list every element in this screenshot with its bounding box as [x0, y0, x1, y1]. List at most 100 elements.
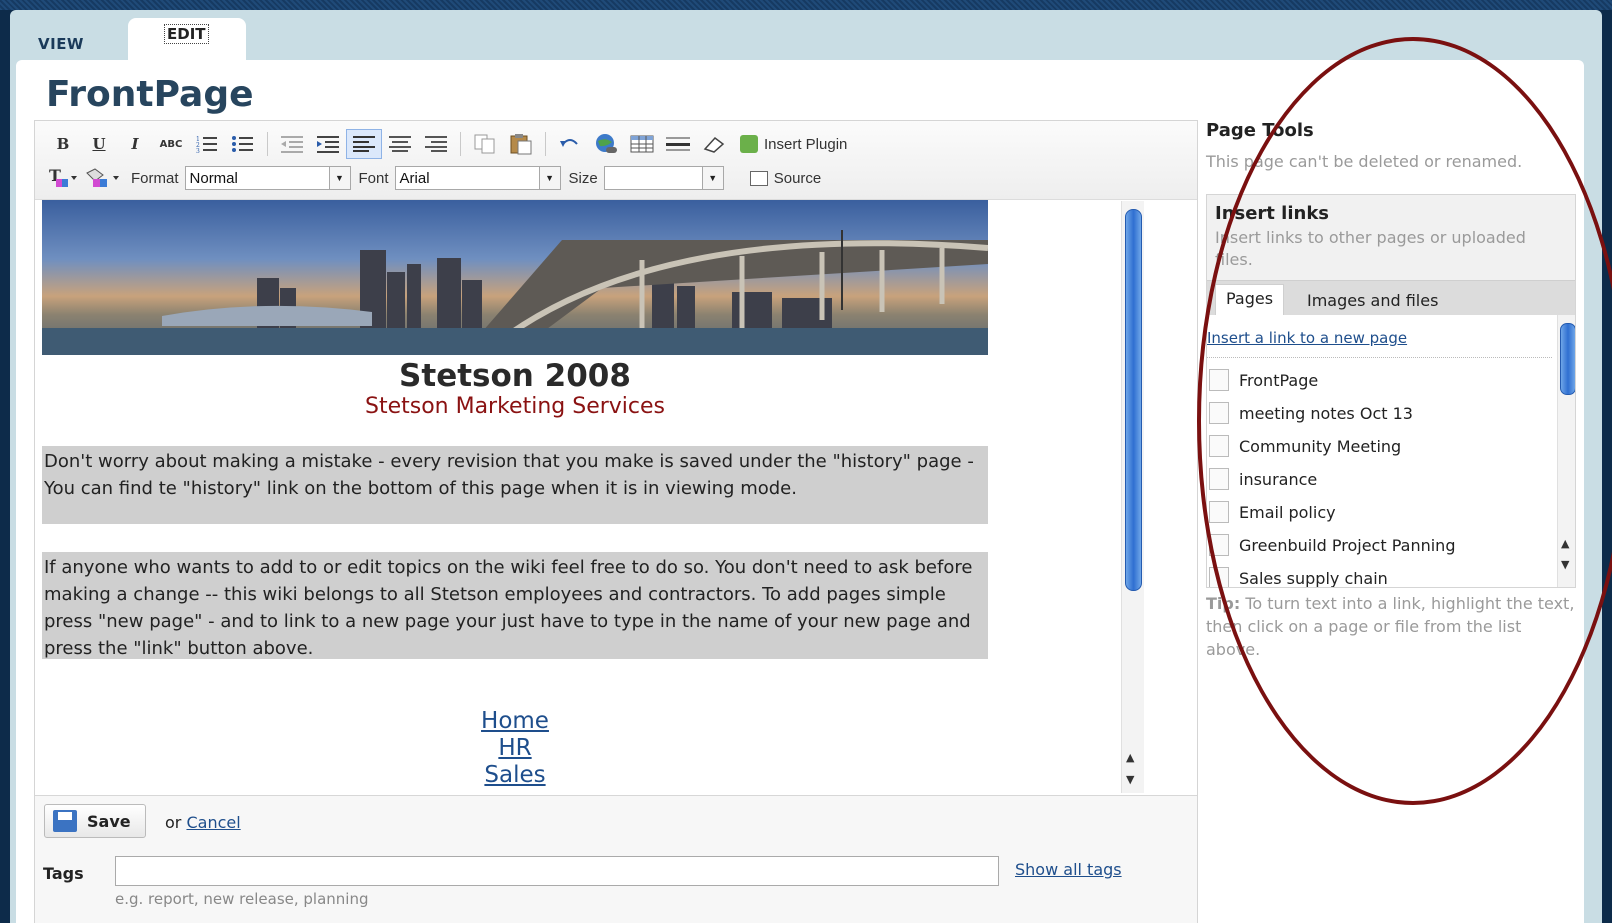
- list-item[interactable]: Greenbuild Project Panning: [1209, 534, 1455, 556]
- align-center-button[interactable]: [382, 129, 418, 159]
- tab-edit[interactable]: EDIT: [128, 18, 246, 60]
- window-frame-top: [0, 0, 1612, 10]
- insert-links-description: Insert links to other pages or uploaded …: [1215, 228, 1526, 269]
- tab-edit-label: EDIT: [164, 24, 209, 44]
- editor-footer: Save or Cancel Tags e.g. report, new rel…: [35, 795, 1197, 923]
- skyline-illustration: [42, 230, 988, 355]
- numbered-list-button[interactable]: 123: [189, 129, 225, 159]
- font-select-value: Arial: [399, 170, 430, 187]
- page-icon: [1209, 435, 1229, 457]
- show-all-tags-link[interactable]: Show all tags: [1015, 860, 1122, 879]
- source-icon: [749, 170, 768, 186]
- page-name: Greenbuild Project Panning: [1239, 535, 1456, 555]
- bold-button[interactable]: B: [45, 129, 81, 159]
- tags-label: Tags: [43, 864, 84, 883]
- paste-button[interactable]: [503, 129, 539, 159]
- undo-button[interactable]: [552, 129, 588, 159]
- background-color-icon: [86, 168, 119, 187]
- insert-new-page-link[interactable]: Insert a link to a new page: [1207, 329, 1407, 347]
- remove-format-button[interactable]: [696, 129, 732, 159]
- link-tip: Tip: To turn text into a link, highlight…: [1206, 592, 1576, 661]
- underline-button[interactable]: U: [81, 129, 117, 159]
- page-title: FrontPage: [46, 74, 254, 115]
- strikethrough-button[interactable]: ABC: [153, 129, 189, 159]
- content-link-sales[interactable]: Sales: [42, 762, 988, 788]
- chevron-down-icon: ▼: [328, 167, 350, 189]
- format-select[interactable]: Normal ▼: [184, 166, 351, 190]
- list-item[interactable]: insurance: [1209, 468, 1317, 490]
- save-button[interactable]: Save: [44, 804, 146, 838]
- bullet-list-button[interactable]: [225, 129, 261, 159]
- content-paragraph: If anyone who wants to add to or edit to…: [42, 552, 988, 659]
- tab-images-and-files[interactable]: Images and files: [1297, 287, 1448, 314]
- page-content: FrontPage B U I ABC 123 Insert Plugin T …: [16, 60, 1584, 923]
- pages-list-scrollbar[interactable]: ▲ ▼: [1557, 315, 1575, 587]
- list-item[interactable]: Email policy: [1209, 501, 1336, 523]
- horizontal-rule-button[interactable]: [660, 129, 696, 159]
- content-paragraph: Don't worry about making a mistake - eve…: [42, 446, 988, 524]
- page-name: FrontPage: [1239, 370, 1319, 390]
- content-link-home[interactable]: Home: [42, 708, 988, 734]
- insert-links-tabs: Pages Images and files: [1207, 280, 1575, 317]
- link-button[interactable]: [588, 129, 624, 159]
- wiki-window: VIEW EDIT FrontPage B U I ABC 123 Insert…: [10, 10, 1602, 923]
- page-icon: [1209, 567, 1229, 587]
- or-cancel-text: or Cancel: [165, 813, 241, 832]
- editor-content-area[interactable]: Stetson 2008 Stetson Marketing Services …: [36, 200, 1116, 795]
- size-label: Size: [568, 169, 598, 187]
- align-center-icon: [389, 136, 411, 152]
- background-color-button[interactable]: [81, 163, 125, 193]
- indent-icon: [317, 136, 339, 153]
- list-item[interactable]: FrontPage: [1209, 369, 1318, 391]
- text-color-button[interactable]: T: [45, 163, 81, 193]
- list-divider: [1207, 357, 1552, 358]
- editor-scrollbar-thumb[interactable]: [1125, 209, 1142, 591]
- page-name: insurance: [1239, 469, 1318, 489]
- size-select[interactable]: ▼: [603, 166, 724, 190]
- font-select[interactable]: Arial ▼: [394, 166, 561, 190]
- list-item[interactable]: Community Meeting: [1209, 435, 1401, 457]
- scroll-down-arrow-icon[interactable]: ▼: [1561, 558, 1569, 571]
- indent-button[interactable]: [310, 129, 346, 159]
- source-button[interactable]: Source: [749, 169, 822, 187]
- toolbar-separator: [545, 132, 546, 156]
- scroll-up-arrow-icon[interactable]: ▲: [1561, 537, 1569, 550]
- insert-links-title: Insert links: [1215, 203, 1330, 224]
- globe-link-icon: [596, 134, 617, 153]
- outdent-button[interactable]: [274, 129, 310, 159]
- chevron-down-icon: ▼: [538, 167, 560, 189]
- page-icon: [1209, 534, 1229, 556]
- table-button[interactable]: [624, 129, 660, 159]
- content-link-hr[interactable]: HR: [42, 735, 988, 761]
- pages-list-scrollbar-thumb[interactable]: [1560, 323, 1575, 395]
- copy-button[interactable]: [467, 129, 503, 159]
- content-heading: Stetson 2008: [399, 358, 631, 394]
- align-right-button[interactable]: [418, 129, 454, 159]
- list-item[interactable]: meeting notes Oct 13: [1209, 402, 1413, 424]
- toolbar-row-1: B U I ABC 123 Insert Plugin: [45, 129, 847, 159]
- italic-button[interactable]: I: [117, 129, 153, 159]
- svg-text:3: 3: [196, 148, 200, 153]
- tags-input[interactable]: [115, 856, 999, 886]
- editor-scrollbar[interactable]: ▲ ▼: [1121, 201, 1144, 793]
- scroll-up-arrow-icon[interactable]: ▲: [1126, 751, 1134, 764]
- cancel-link[interactable]: Cancel: [186, 813, 240, 832]
- floppy-disk-icon: [53, 810, 77, 832]
- insert-plugin-button[interactable]: Insert Plugin: [740, 135, 847, 153]
- text-color-icon: T: [49, 167, 77, 187]
- source-label: Source: [773, 169, 822, 187]
- tab-view[interactable]: VIEW: [38, 35, 84, 53]
- table-icon: [630, 135, 654, 153]
- tags-hint: e.g. report, new release, planning: [115, 890, 369, 908]
- page-tools-note: This page can't be deleted or renamed.: [1206, 152, 1523, 171]
- tab-pages[interactable]: Pages: [1215, 284, 1285, 317]
- rich-text-editor: B U I ABC 123 Insert Plugin T Format Nor…: [34, 120, 1198, 923]
- puzzle-icon: [740, 135, 758, 153]
- tip-text: To turn text into a link, highlight the …: [1206, 594, 1575, 659]
- align-left-button[interactable]: [346, 129, 382, 159]
- scroll-down-arrow-icon[interactable]: ▼: [1126, 773, 1134, 786]
- list-item[interactable]: Sales supply chain: [1209, 567, 1388, 587]
- undo-icon: [560, 139, 578, 147]
- page-tools-sidebar: Page Tools This page can't be deleted or…: [1206, 120, 1584, 923]
- pages-list: Insert a link to a new page FrontPage me…: [1207, 315, 1575, 587]
